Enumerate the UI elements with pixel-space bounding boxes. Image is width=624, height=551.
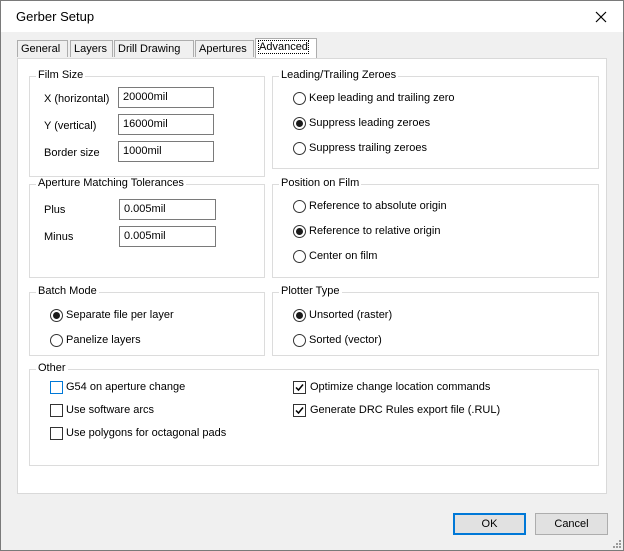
octagonal-polygons-checkbox[interactable]: [50, 427, 63, 440]
border-input[interactable]: 1000mil: [118, 141, 214, 162]
plotter-radio-unsorted[interactable]: [293, 309, 306, 322]
resize-grip-icon[interactable]: [611, 538, 621, 548]
title-bar: Gerber Setup: [1, 1, 623, 32]
drc-rules-checkbox[interactable]: [293, 404, 306, 417]
checkmark-icon: [295, 407, 304, 415]
y-label: Y (vertical): [44, 120, 97, 132]
software-arcs-checkbox[interactable]: [50, 404, 63, 417]
plus-label: Plus: [44, 204, 66, 216]
checkmark-icon: [295, 384, 304, 392]
close-icon[interactable]: [579, 1, 623, 32]
octagonal-polygons-label[interactable]: Use polygons for octagonal pads: [66, 427, 226, 439]
position-radio-relative[interactable]: [293, 225, 306, 238]
x-label: X (horizontal): [44, 93, 110, 105]
plotter-option-sorted[interactable]: Sorted (vector): [309, 334, 382, 346]
batch-mode-title: Batch Mode: [36, 285, 99, 297]
position-radio-absolute[interactable]: [293, 200, 306, 213]
ok-button[interactable]: OK: [453, 513, 526, 535]
position-title: Position on Film: [279, 177, 362, 189]
window-title: Gerber Setup: [16, 9, 95, 24]
optimize-location-label[interactable]: Optimize change location commands: [310, 381, 490, 393]
position-option-relative[interactable]: Reference to relative origin: [309, 225, 440, 237]
zeroes-radio-suppress-leading[interactable]: [293, 117, 306, 130]
film-size-title: Film Size: [36, 69, 86, 81]
position-group: Position on Film Reference to absolute o…: [272, 177, 599, 278]
plotter-radio-sorted[interactable]: [293, 334, 306, 347]
advanced-tab-panel: Film Size X (horizontal) 20000mil Y (ver…: [17, 58, 607, 494]
other-group: Other G54 on aperture change Use softwar…: [29, 362, 599, 466]
position-option-absolute[interactable]: Reference to absolute origin: [309, 200, 447, 212]
tab-advanced[interactable]: Advanced: [255, 38, 317, 58]
batch-option-separate[interactable]: Separate file per layer: [66, 309, 174, 321]
tab-general[interactable]: General: [17, 40, 68, 57]
batch-radio-panelize[interactable]: [50, 334, 63, 347]
plotter-option-unsorted[interactable]: Unsorted (raster): [309, 309, 392, 321]
minus-label: Minus: [44, 231, 74, 243]
zeroes-title: Leading/Trailing Zeroes: [279, 69, 399, 81]
aperture-tolerance-group: Aperture Matching Tolerances Plus 0.005m…: [29, 177, 265, 278]
position-radio-center[interactable]: [293, 250, 306, 263]
film-size-group: Film Size X (horizontal) 20000mil Y (ver…: [29, 69, 265, 177]
tab-apertures[interactable]: Apertures: [195, 40, 254, 57]
zeroes-group: Leading/Trailing Zeroes Keep leading and…: [272, 69, 599, 169]
g54-checkbox[interactable]: [50, 381, 63, 394]
zeroes-option-suppress-trailing[interactable]: Suppress trailing zeroes: [309, 142, 427, 154]
tab-layers[interactable]: Layers: [70, 40, 113, 57]
y-input[interactable]: 16000mil: [118, 114, 214, 135]
border-label: Border size: [44, 147, 100, 159]
position-option-center[interactable]: Center on film: [309, 250, 377, 262]
optimize-location-checkbox[interactable]: [293, 381, 306, 394]
drc-rules-label[interactable]: Generate DRC Rules export file (.RUL): [310, 404, 500, 416]
zeroes-option-keep[interactable]: Keep leading and trailing zero: [309, 92, 455, 104]
other-title: Other: [36, 362, 68, 374]
aperture-tolerance-title: Aperture Matching Tolerances: [36, 177, 186, 189]
tab-drill-drawing[interactable]: Drill Drawing: [114, 40, 194, 57]
g54-label[interactable]: G54 on aperture change: [66, 381, 185, 393]
batch-option-panelize[interactable]: Panelize layers: [66, 334, 141, 346]
minus-input[interactable]: 0.005mil: [119, 226, 216, 247]
batch-mode-group: Batch Mode Separate file per layer Panel…: [29, 285, 265, 356]
plus-input[interactable]: 0.005mil: [119, 199, 216, 220]
gerber-setup-dialog: Gerber Setup General Layers Drill Drawin…: [0, 0, 624, 551]
plotter-type-group: Plotter Type Unsorted (raster) Sorted (v…: [272, 285, 599, 356]
software-arcs-label[interactable]: Use software arcs: [66, 404, 154, 416]
x-input[interactable]: 20000mil: [118, 87, 214, 108]
zeroes-radio-keep[interactable]: [293, 92, 306, 105]
plotter-type-title: Plotter Type: [279, 285, 342, 297]
zeroes-option-suppress-leading[interactable]: Suppress leading zeroes: [309, 117, 430, 129]
cancel-button[interactable]: Cancel: [535, 513, 608, 535]
batch-radio-separate[interactable]: [50, 309, 63, 322]
zeroes-radio-suppress-trailing[interactable]: [293, 142, 306, 155]
